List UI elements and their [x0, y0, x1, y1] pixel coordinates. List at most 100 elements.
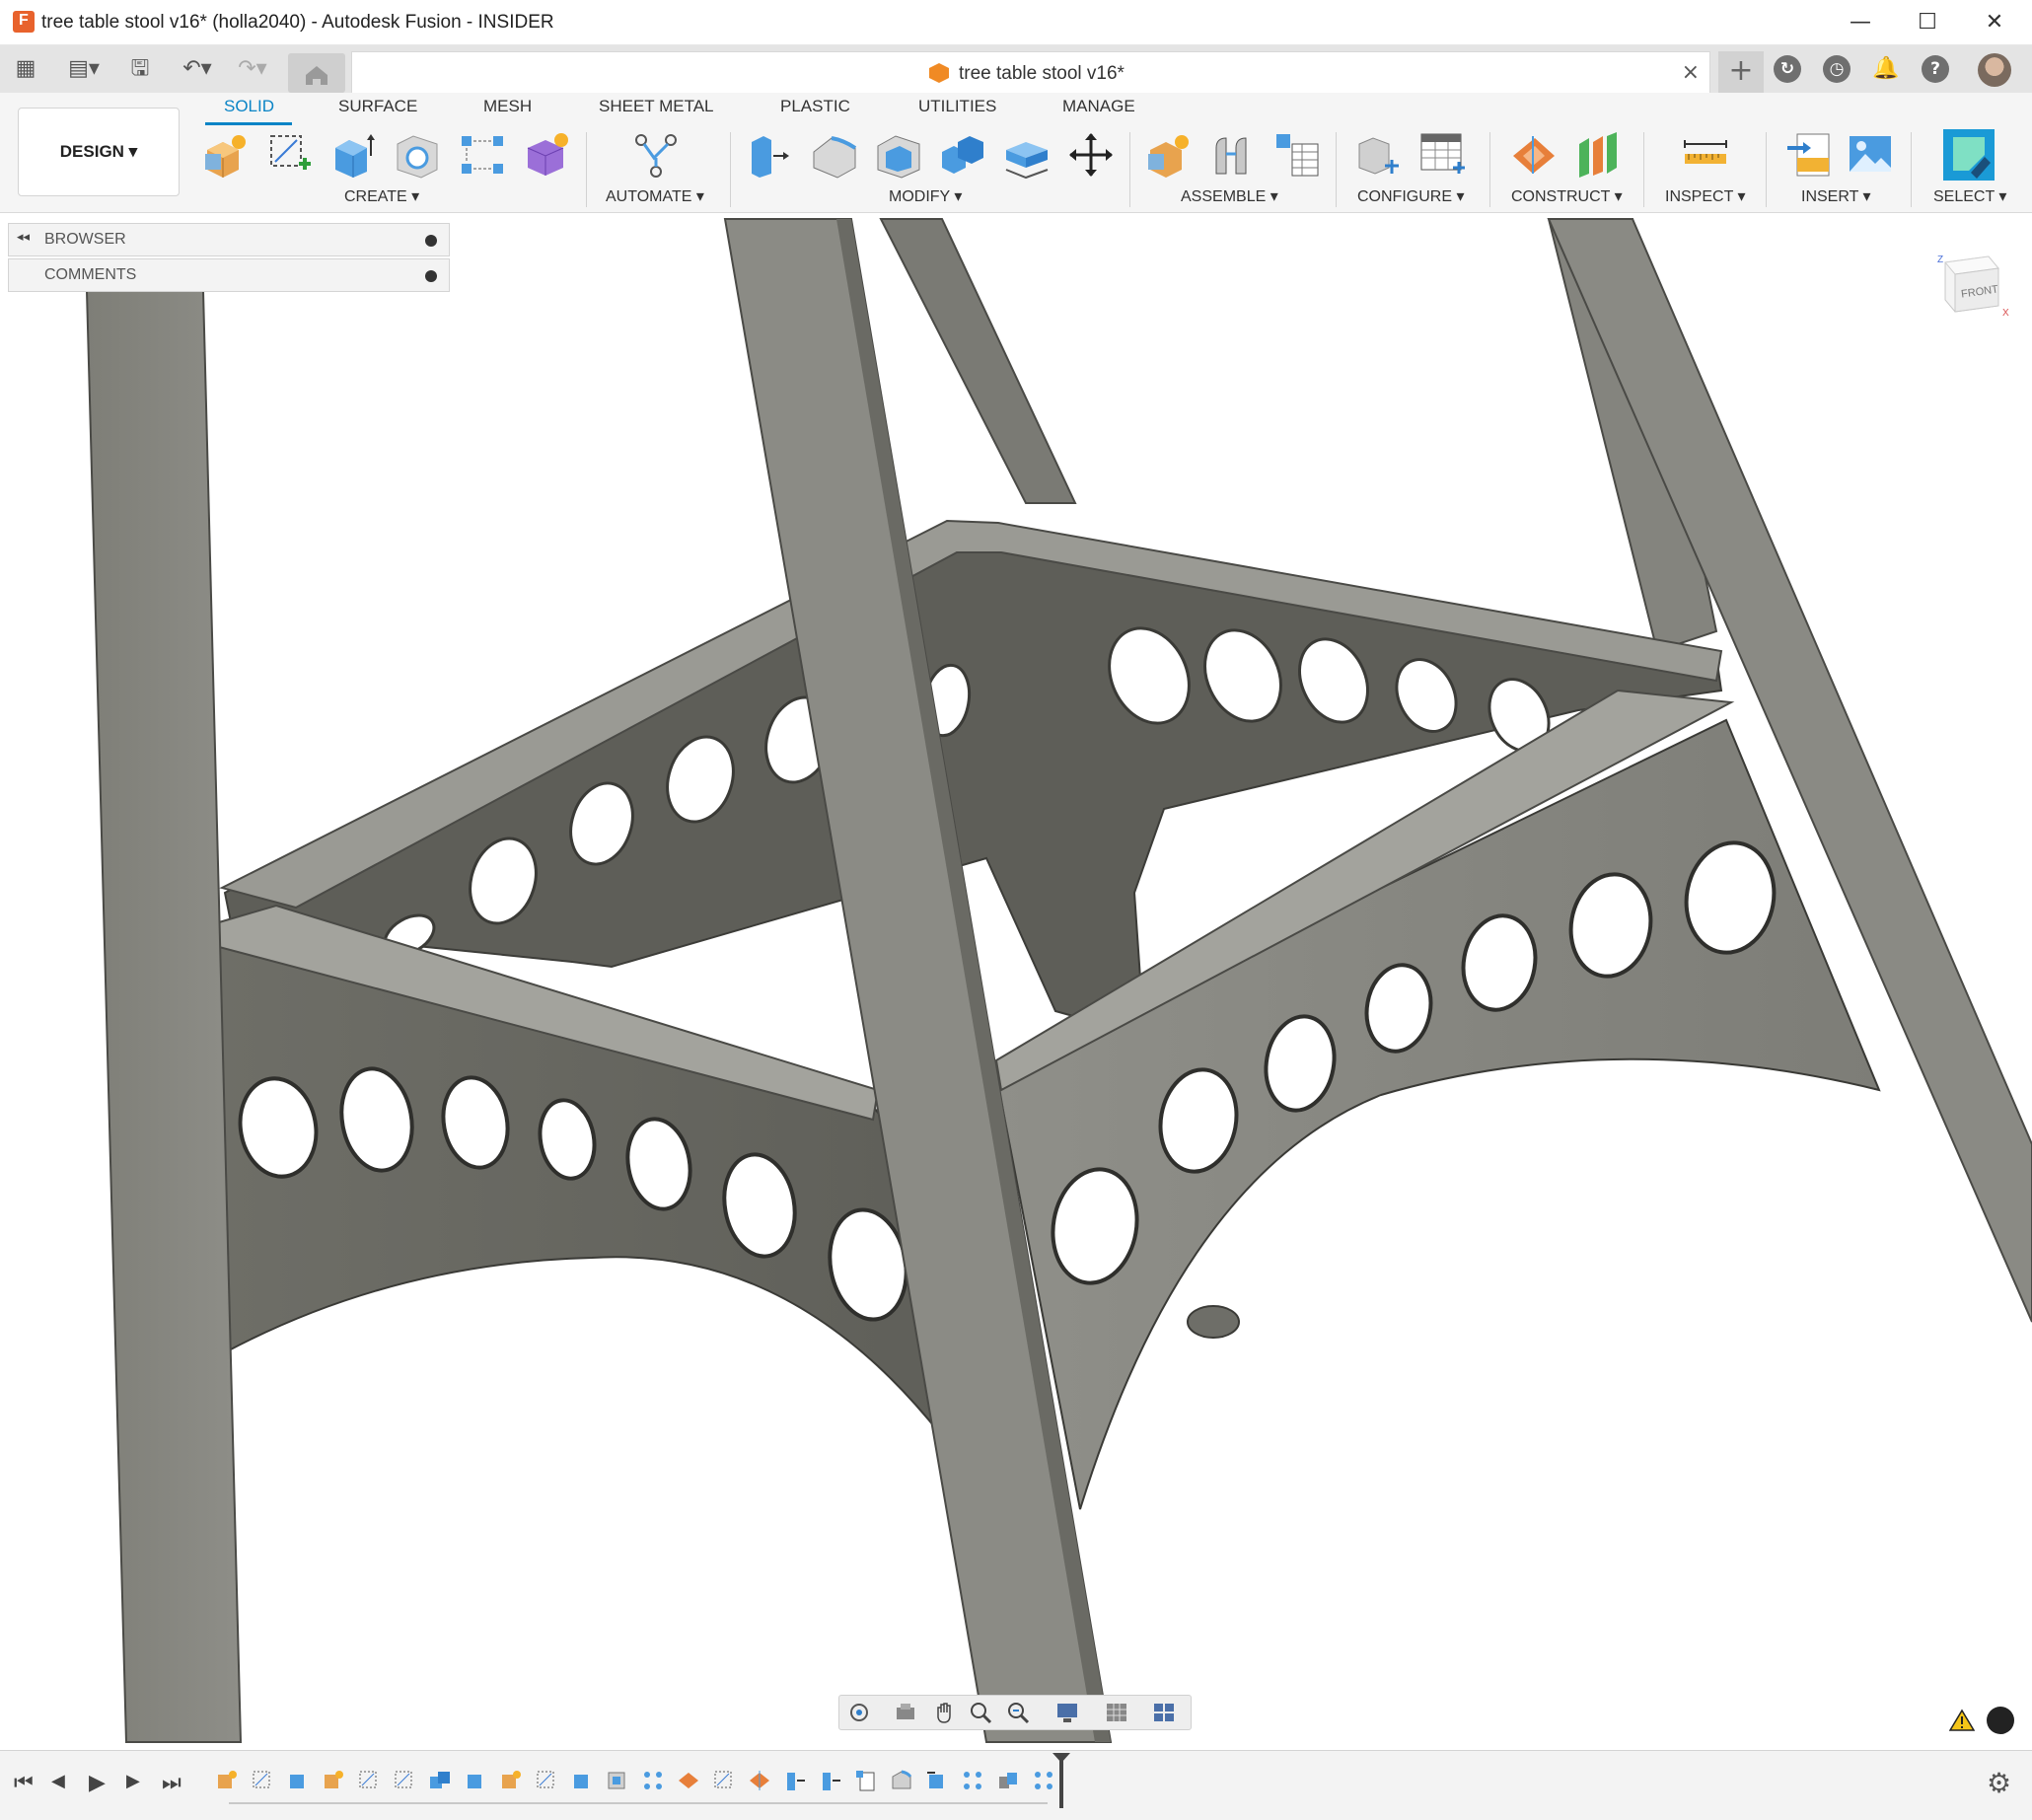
extrude-icon[interactable]	[329, 130, 379, 180]
timeline-extrude-icon[interactable]	[286, 1769, 310, 1792]
document-tab-close-icon[interactable]: ×	[1682, 60, 1700, 85]
comments-panel[interactable]: COMMENTS	[8, 258, 450, 292]
grid-snaps-icon[interactable]	[1104, 1700, 1129, 1725]
assemble-new-component-icon[interactable]	[1144, 130, 1194, 180]
tab-utilities[interactable]: UTILITIES	[918, 97, 996, 116]
tab-plastic[interactable]: PLASTIC	[780, 97, 850, 116]
timeline-bom-icon[interactable]	[854, 1769, 878, 1792]
timeline-first-button[interactable]: ⏮	[14, 1771, 34, 1795]
configure-design-icon[interactable]	[1353, 130, 1403, 180]
timeline-component-icon[interactable]	[322, 1769, 345, 1792]
close-window-button[interactable]: ✕	[1965, 6, 2024, 39]
display-settings-icon[interactable]	[1054, 1700, 1080, 1725]
new-tab-button[interactable]: +	[1718, 51, 1764, 93]
offset-faces-icon[interactable]	[1002, 130, 1052, 180]
select-icon[interactable]	[1941, 127, 1996, 182]
comments-pin-icon[interactable]	[425, 270, 437, 282]
job-status-icon[interactable]: ↻	[1774, 55, 1801, 83]
timeline-position-marker[interactable]	[1052, 1753, 1070, 1808]
help-icon[interactable]: ?	[1922, 55, 1949, 83]
hole-icon[interactable]	[394, 130, 443, 180]
timeline-sketch-icon[interactable]	[251, 1769, 274, 1792]
timeline-pattern-icon[interactable]	[641, 1769, 665, 1792]
tab-solid[interactable]: SOLID	[224, 97, 274, 116]
modify-group-label[interactable]: MODIFY ▾	[889, 186, 962, 206]
create-group-label[interactable]: CREATE ▾	[344, 186, 419, 206]
workspace-switcher-design[interactable]: DESIGN ▾	[18, 108, 180, 196]
automate-generative-icon[interactable]	[631, 130, 681, 180]
timeline-sketch-icon[interactable]	[712, 1769, 736, 1792]
viewcube[interactable]: FRONT Z X	[1933, 249, 2012, 328]
timeline-plane-icon[interactable]	[748, 1769, 771, 1792]
timeline-last-button[interactable]: ⏭	[162, 1771, 181, 1795]
timeline-previous-button[interactable]: ◀	[51, 1771, 65, 1791]
user-avatar[interactable]	[1978, 53, 2011, 87]
timeline-sketch-icon[interactable]	[535, 1769, 558, 1792]
home-button[interactable]	[288, 53, 345, 93]
timeline-sketch-icon[interactable]	[393, 1769, 416, 1792]
insert-group-label[interactable]: INSERT ▾	[1801, 186, 1871, 206]
timeline-pattern-icon[interactable]	[1032, 1769, 1055, 1792]
redo-icon[interactable]: ↷▾	[229, 54, 276, 84]
configure-group-label[interactable]: CONFIGURE ▾	[1357, 186, 1464, 206]
canvas-image-icon[interactable]	[1846, 130, 1895, 180]
assemble-group-label[interactable]: ASSEMBLE ▾	[1181, 186, 1278, 206]
viewports-icon[interactable]	[1151, 1700, 1177, 1725]
browser-pin-icon[interactable]	[425, 235, 437, 247]
timeline-joint-icon[interactable]	[996, 1769, 1020, 1792]
maximize-button[interactable]: ☐	[1898, 6, 1957, 39]
warning-icon[interactable]	[1949, 1709, 1975, 1732]
collapse-panel-icon[interactable]: ◂◂	[17, 230, 30, 245]
shell-icon[interactable]	[874, 130, 923, 180]
document-tab[interactable]: tree table stool v16* ×	[351, 51, 1710, 93]
file-menu-icon[interactable]: ▤▾	[59, 54, 109, 84]
history-icon[interactable]: ◷	[1823, 55, 1851, 83]
insert-svg-icon[interactable]	[1785, 130, 1835, 180]
timeline-settings-gear-icon[interactable]: ⚙	[1987, 1767, 2011, 1799]
timeline-fillet-icon[interactable]	[890, 1769, 913, 1792]
pattern-icon[interactable]	[458, 130, 507, 180]
bill-of-materials-icon[interactable]	[1272, 130, 1322, 180]
3d-viewport[interactable]: ◂◂ BROWSER COMMENTS FRONT Z X	[0, 213, 2032, 1750]
save-icon[interactable]: 🖫	[124, 54, 156, 84]
timeline-sketch-icon[interactable]	[357, 1769, 381, 1792]
pan-hand-icon[interactable]	[932, 1700, 958, 1725]
stool-model-render[interactable]	[0, 213, 2032, 1750]
timeline-next-button[interactable]: ▶	[126, 1771, 140, 1791]
create-form-icon[interactable]	[522, 130, 571, 180]
tab-sheet-metal[interactable]: SHEET METAL	[599, 97, 714, 116]
combine-icon[interactable]	[938, 130, 987, 180]
timeline-shell-icon[interactable]	[606, 1769, 629, 1792]
offset-plane-icon[interactable]	[1509, 130, 1559, 180]
midplane-icon[interactable]	[1573, 130, 1623, 180]
press-pull-icon[interactable]	[746, 130, 795, 180]
timeline-move-icon[interactable]	[925, 1769, 949, 1792]
timeline-press-pull-icon[interactable]	[783, 1769, 807, 1792]
look-at-icon[interactable]	[893, 1700, 918, 1725]
measure-icon[interactable]	[1681, 130, 1730, 180]
timeline-component-icon[interactable]	[215, 1769, 239, 1792]
timeline-extrude-icon[interactable]	[570, 1769, 594, 1792]
data-panel-grid-icon[interactable]: ▦	[10, 54, 41, 84]
comment-marker-icon[interactable]	[1987, 1707, 2014, 1734]
timeline-pattern-icon[interactable]	[961, 1769, 984, 1792]
minimize-button[interactable]: —	[1831, 6, 1890, 39]
fit-zoom-icon[interactable]	[1005, 1700, 1031, 1725]
configuration-table-icon[interactable]	[1417, 130, 1467, 180]
select-group-label[interactable]: SELECT ▾	[1933, 186, 2006, 206]
tab-mesh[interactable]: MESH	[483, 97, 532, 116]
browser-panel[interactable]: ◂◂ BROWSER	[8, 223, 450, 256]
create-sketch-icon[interactable]	[265, 130, 315, 180]
timeline-press-pull-icon[interactable]	[819, 1769, 842, 1792]
joint-icon[interactable]	[1208, 130, 1258, 180]
timeline-component-icon[interactable]	[499, 1769, 523, 1792]
timeline-plane-icon[interactable]	[677, 1769, 700, 1792]
notifications-bell-icon[interactable]: 🔔	[1872, 55, 1900, 83]
tab-surface[interactable]: SURFACE	[338, 97, 417, 116]
inspect-group-label[interactable]: INSPECT ▾	[1665, 186, 1746, 206]
undo-icon[interactable]: ↶▾	[174, 54, 221, 84]
automate-group-label[interactable]: AUTOMATE ▾	[606, 186, 704, 206]
timeline-play-button[interactable]: ▶	[89, 1771, 106, 1795]
construct-group-label[interactable]: CONSTRUCT ▾	[1511, 186, 1623, 206]
zoom-icon[interactable]	[968, 1700, 993, 1725]
